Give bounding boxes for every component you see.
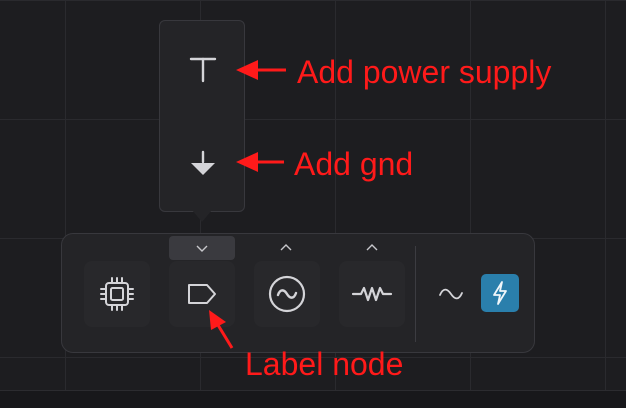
annotation-label-node: Label node [245,346,404,382]
label-node-arrow-shaft [216,324,234,349]
power-supply-arrow-head [236,60,258,80]
gnd-arrow-head [236,152,258,172]
annotation-add-power-supply: Add power supply [297,54,552,90]
annotation-add-gnd: Add gnd [294,146,414,182]
